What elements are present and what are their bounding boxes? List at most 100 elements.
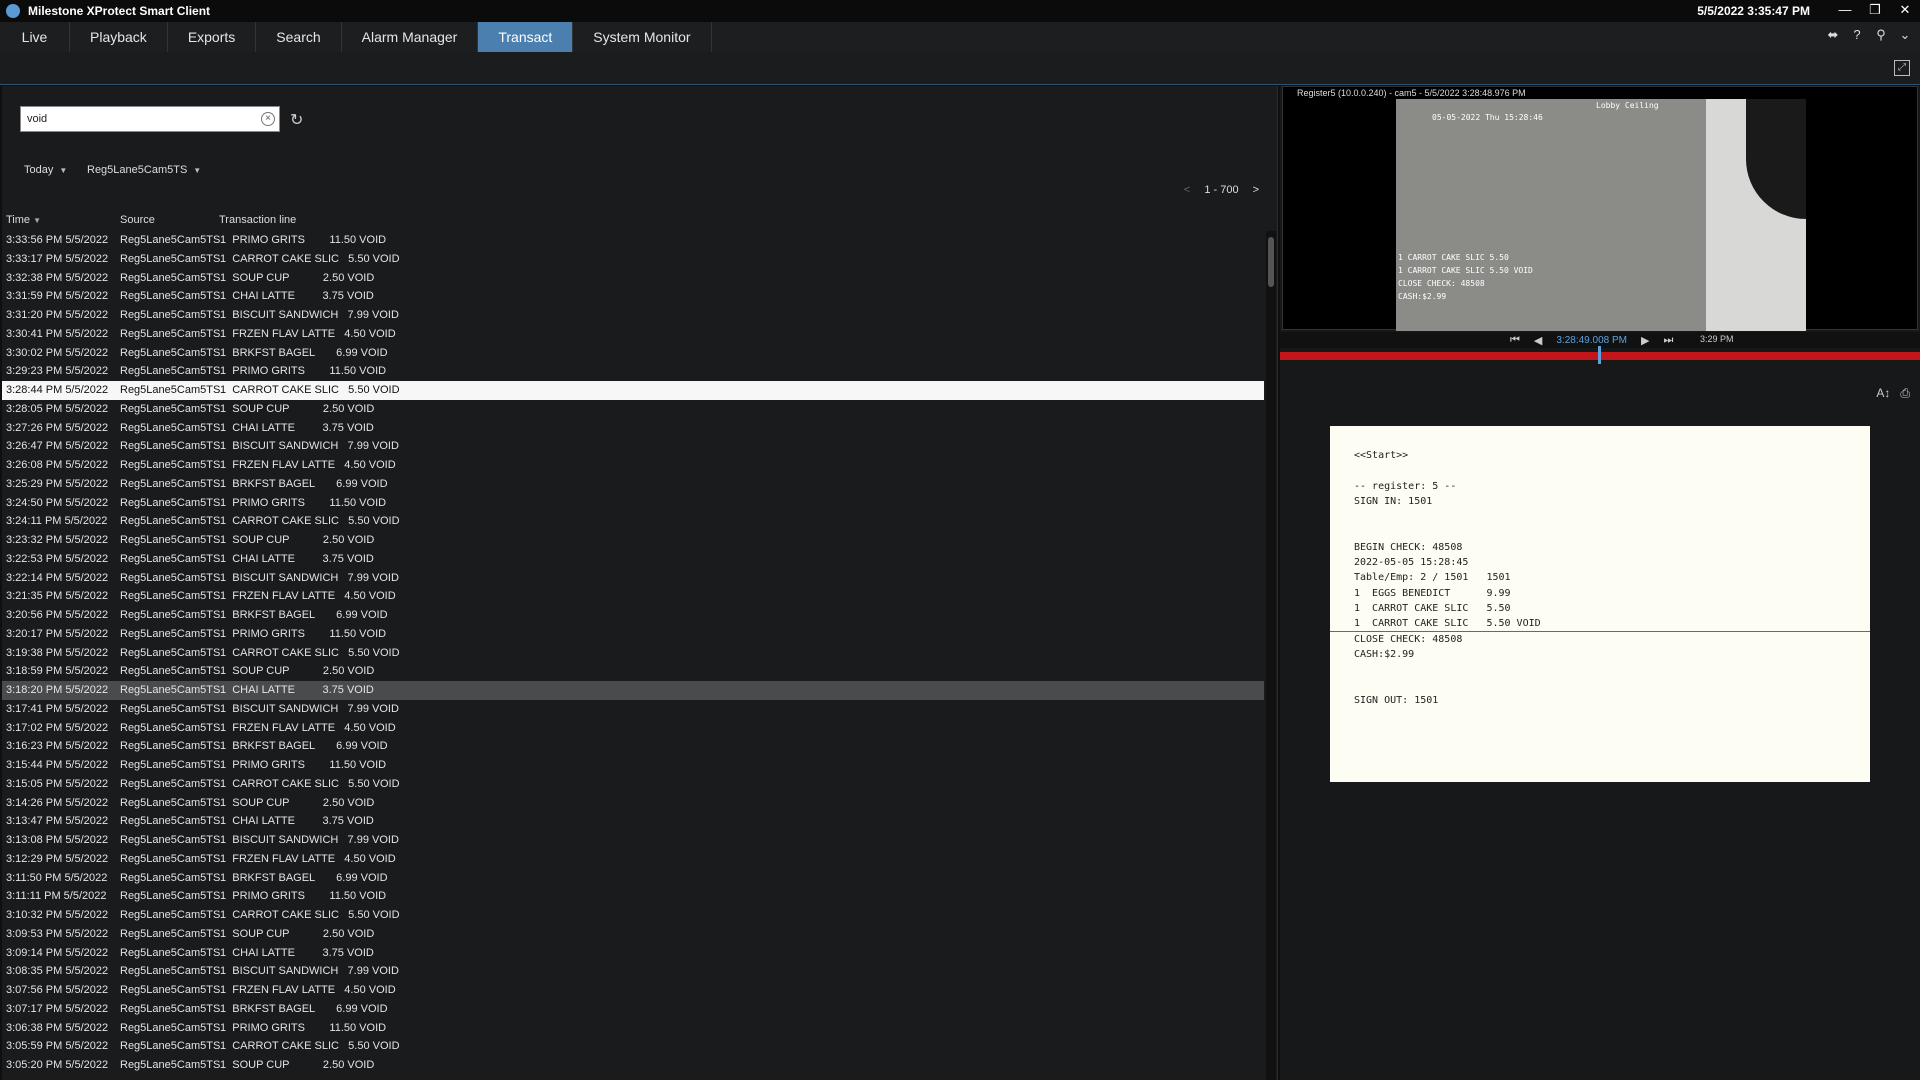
table-row[interactable]: 3:17:02 PM 5/5/2022 Reg5Lane5Cam5TS 1 FRZE…: [2, 719, 1264, 738]
row-time: 3:25:29 PM 5/5/2022: [6, 477, 109, 490]
table-row[interactable]: 3:20:56 PM 5/5/2022 Reg5Lane5Cam5TS 1 BRKF…: [2, 606, 1264, 625]
table-row[interactable]: 3:25:29 PM 5/5/2022 Reg5Lane5Cam5TS 1 BRKF…: [2, 475, 1264, 494]
table-row[interactable]: 3:31:20 PM 5/5/2022 Reg5Lane5Cam5TS 1 BISC…: [2, 306, 1264, 325]
column-header-source[interactable]: Source: [120, 214, 155, 226]
row-transaction-line: 1 BISCUIT SANDWICH 7.99 VOID: [220, 309, 399, 321]
period-filter[interactable]: Today ▼: [24, 164, 67, 176]
next-page-button[interactable]: >: [1253, 184, 1259, 196]
table-row[interactable]: 3:14:26 PM 5/5/2022 Reg5Lane5Cam5TS 1 SOUP…: [2, 794, 1264, 813]
row-time: 3:26:47 PM 5/5/2022: [6, 440, 109, 453]
table-row[interactable]: 3:27:26 PM 5/5/2022 Reg5Lane5Cam5TS 1 CHAI…: [2, 419, 1264, 438]
chevron-down-icon[interactable]: ⌄: [1898, 28, 1912, 42]
table-row[interactable]: 3:16:23 PM 5/5/2022 Reg5Lane5Cam5TS 1 BRKF…: [2, 737, 1264, 756]
minimize-icon[interactable]: —: [1830, 0, 1860, 20]
toolbar-icons: ⬌ ? ⚲ ⌄: [1826, 28, 1912, 42]
help-icon[interactable]: ?: [1850, 28, 1864, 42]
table-row[interactable]: 3:29:23 PM 5/5/2022 Reg5Lane5Cam5TS 1 PRIM…: [2, 362, 1264, 381]
table-row[interactable]: 3:05:20 PM 5/5/2022 Reg5Lane5Cam5TS 1 SOUP…: [2, 1056, 1264, 1075]
row-source: Reg5Lane5Cam5TS: [120, 496, 221, 509]
table-row[interactable]: 3:10:32 PM 5/5/2022 Reg5Lane5Cam5TS 1 CARR…: [2, 906, 1264, 925]
table-row[interactable]: 3:33:17 PM 5/5/2022 Reg5Lane5Cam5TS 1 CARR…: [2, 250, 1264, 269]
table-row[interactable]: 3:09:14 PM 5/5/2022 Reg5Lane5Cam5TS 1 CHAI…: [2, 944, 1264, 963]
row-transaction-line: 1 SOUP CUP 2.50 VOID: [220, 534, 375, 546]
source-filter[interactable]: Reg5Lane5Cam5TS ▼: [87, 164, 201, 176]
tab-exports[interactable]: Exports: [167, 22, 257, 52]
table-row[interactable]: 3:17:41 PM 5/5/2022 Reg5Lane5Cam5TS 1 BISC…: [2, 700, 1264, 719]
table-row[interactable]: 3:12:29 PM 5/5/2022 Reg5Lane5Cam5TS 1 FRZE…: [2, 850, 1264, 869]
table-row[interactable]: 3:30:02 PM 5/5/2022 Reg5Lane5Cam5TS 1 BRKF…: [2, 344, 1264, 363]
receipt-line: <<Start>>: [1354, 450, 1409, 461]
table-row[interactable]: 3:19:38 PM 5/5/2022 Reg5Lane5Cam5TS 1 CARR…: [2, 644, 1264, 663]
tab-live[interactable]: Live: [0, 22, 70, 52]
tab-alarm-manager[interactable]: Alarm Manager: [341, 22, 479, 52]
table-row[interactable]: 3:13:08 PM 5/5/2022 Reg5Lane5Cam5TS 1 BISC…: [2, 831, 1264, 850]
table-row[interactable]: 3:15:44 PM 5/5/2022 Reg5Lane5Cam5TS 1 PRIM…: [2, 756, 1264, 775]
step-back-icon[interactable]: ⏮: [1510, 334, 1520, 347]
table-row[interactable]: 3:15:05 PM 5/5/2022 Reg5Lane5Cam5TS 1 CARR…: [2, 775, 1264, 794]
camera-view[interactable]: Register5 (10.0.0.240) - cam5 - 5/5/2022…: [1282, 86, 1918, 331]
row-source: Reg5Lane5Cam5TS: [120, 777, 221, 790]
table-row[interactable]: 3:09:53 PM 5/5/2022 Reg5Lane5Cam5TS 1 SOUP…: [2, 925, 1264, 944]
tab-playback[interactable]: Playback: [70, 22, 168, 52]
table-row[interactable]: 3:06:38 PM 5/5/2022 Reg5Lane5Cam5TS 1 PRIM…: [2, 1019, 1264, 1038]
scrollbar-thumb[interactable]: [1268, 237, 1274, 287]
play-icon[interactable]: ▶: [1641, 334, 1649, 347]
font-size-icon[interactable]: A↕: [1876, 386, 1890, 401]
row-time: 3:09:53 PM 5/5/2022: [6, 927, 109, 940]
fullscreen-icon[interactable]: ⤢: [1894, 60, 1910, 76]
receipt-line: 1 CARROT CAKE SLIC 5.50: [1354, 602, 1511, 614]
table-row[interactable]: 3:20:17 PM 5/5/2022 Reg5Lane5Cam5TS 1 PRIM…: [2, 625, 1264, 644]
network-icon[interactable]: ⬌: [1826, 28, 1840, 42]
table-row[interactable]: 3:22:14 PM 5/5/2022 Reg5Lane5Cam5TS 1 BISC…: [2, 569, 1264, 588]
table-row[interactable]: 3:08:35 PM 5/5/2022 Reg5Lane5Cam5TS 1 BISC…: [2, 962, 1264, 981]
table-row[interactable]: 3:30:41 PM 5/5/2022 Reg5Lane5Cam5TS 1 FRZE…: [2, 325, 1264, 344]
table-row[interactable]: 3:24:11 PM 5/5/2022 Reg5Lane5Cam5TS 1 CARR…: [2, 512, 1264, 531]
receipt-line: CLOSE CHECK: 48508: [1354, 633, 1463, 645]
table-row[interactable]: 3:33:56 PM 5/5/2022 Reg5Lane5Cam5TS 1 PRIM…: [2, 231, 1264, 250]
column-header-time[interactable]: Time ▼: [6, 214, 41, 226]
table-row[interactable]: 3:22:53 PM 5/5/2022 Reg5Lane5Cam5TS 1 CHAI…: [2, 550, 1264, 569]
table-row[interactable]: 3:24:50 PM 5/5/2022 Reg5Lane5Cam5TS 1 PRIM…: [2, 494, 1264, 513]
column-header-transaction-line[interactable]: Transaction line: [219, 214, 296, 226]
table-row[interactable]: 3:13:47 PM 5/5/2022 Reg5Lane5Cam5TS 1 CHAI…: [2, 812, 1264, 831]
row-transaction-line: 1 PRIMO GRITS 11.50 VOID: [220, 365, 387, 378]
row-transaction-line: 1 BISCUIT SANDWICH 7.99 VOID: [220, 834, 399, 846]
table-row[interactable]: 3:32:38 PM 5/5/2022 Reg5Lane5Cam5TS 1 SOUP…: [2, 269, 1264, 288]
table-row[interactable]: 3:28:05 PM 5/5/2022 Reg5Lane5Cam5TS 1 SOUP…: [2, 400, 1264, 419]
clear-icon[interactable]: ×: [261, 112, 275, 126]
transaction-table: 3:33:56 PM 5/5/2022 Reg5Lane5Cam5TS 1 PRIM…: [2, 231, 1264, 1075]
table-row[interactable]: 3:31:59 PM 5/5/2022 Reg5Lane5Cam5TS 1 CHAI…: [2, 287, 1264, 306]
table-row[interactable]: 3:26:47 PM 5/5/2022 Reg5Lane5Cam5TS 1 BISC…: [2, 437, 1264, 456]
row-source: Reg5Lane5Cam5TS: [120, 327, 221, 340]
table-row[interactable]: 3:23:32 PM 5/5/2022 Reg5Lane5Cam5TS 1 SOUP…: [2, 531, 1264, 550]
table-row[interactable]: 3:05:59 PM 5/5/2022 Reg5Lane5Cam5TS 1 CARR…: [2, 1037, 1264, 1056]
search-input[interactable]: [27, 111, 247, 127]
table-row[interactable]: 3:11:50 PM 5/5/2022 Reg5Lane5Cam5TS 1 BRKF…: [2, 869, 1264, 888]
table-row[interactable]: 3:21:35 PM 5/5/2022 Reg5Lane5Cam5TS 1 FRZE…: [2, 587, 1264, 606]
play-reverse-icon[interactable]: ◀: [1534, 334, 1542, 347]
tab-search[interactable]: Search: [256, 22, 342, 52]
table-row[interactable]: 3:07:56 PM 5/5/2022 Reg5Lane5Cam5TS 1 FRZE…: [2, 981, 1264, 1000]
table-scrollbar[interactable]: [1266, 231, 1276, 1080]
table-row[interactable]: 3:26:08 PM 5/5/2022 Reg5Lane5Cam5TS 1 FRZE…: [2, 456, 1264, 475]
overlay-line-1: 1 CARROT CAKE SLIC 5.50: [1398, 253, 1509, 262]
row-time: 3:13:47 PM 5/5/2022: [6, 815, 109, 828]
timeline-marker[interactable]: [1598, 346, 1601, 364]
close-icon[interactable]: ✕: [1890, 0, 1920, 20]
restore-icon[interactable]: ❐: [1860, 0, 1890, 20]
table-row[interactable]: 3:18:59 PM 5/5/2022 Reg5Lane5Cam5TS 1 SOUP…: [2, 662, 1264, 681]
row-time: 3:09:14 PM 5/5/2022: [6, 946, 109, 959]
pin-icon[interactable]: ⚲: [1874, 28, 1888, 42]
table-row[interactable]: 3:07:17 PM 5/5/2022 Reg5Lane5Cam5TS 1 BRKF…: [2, 1000, 1264, 1019]
table-row[interactable]: 3:28:44 PM 5/5/2022 Reg5Lane5Cam5TS 1 CARR…: [2, 381, 1264, 400]
table-row[interactable]: 3:11:11 PM 5/5/2022 Reg5Lane5Cam5TS 1 PRIM…: [2, 887, 1264, 906]
table-row[interactable]: 3:18:20 PM 5/5/2022 Reg5Lane5Cam5TS 1 CHAI…: [2, 681, 1264, 700]
row-time: 3:11:50 PM 5/5/2022: [6, 871, 108, 884]
tab-system-monitor[interactable]: System Monitor: [573, 22, 712, 52]
step-forward-icon[interactable]: ⏭: [1663, 334, 1673, 347]
tab-transact[interactable]: Transact: [478, 22, 574, 52]
row-source: Reg5Lane5Cam5TS: [120, 1059, 221, 1071]
refresh-icon[interactable]: ↻: [290, 110, 303, 130]
prev-page-button[interactable]: <: [1184, 184, 1190, 196]
print-icon[interactable]: ⎙: [1900, 386, 1910, 401]
